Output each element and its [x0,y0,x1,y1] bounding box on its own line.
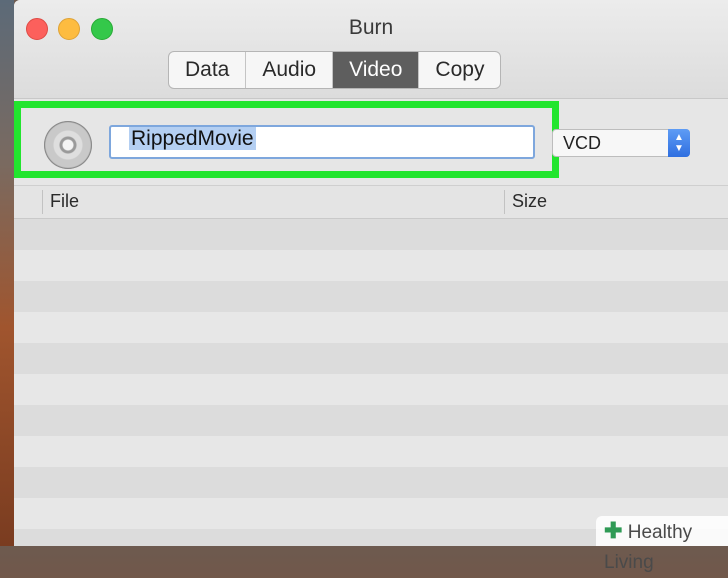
disc-name-text: RippedMovie [129,127,256,150]
tab-audio[interactable]: Audio [246,52,334,88]
column-divider[interactable] [504,190,505,214]
table-row [14,467,728,498]
table-row [14,343,728,374]
title-bar: Burn Data Audio Video Copy [14,0,728,99]
table-row [14,250,728,281]
burn-window: Burn Data Audio Video Copy RippedMovie V… [14,0,728,546]
format-select[interactable]: VCD ▲ ▼ [552,129,690,157]
tab-data[interactable]: Data [169,52,247,88]
table-row [14,436,728,467]
watermark: ✚ Healthy Living [596,516,728,573]
chevron-up-down-icon: ▲ ▼ [668,129,690,157]
table-row [14,281,728,312]
file-table: File Size [14,185,728,546]
table-row [14,374,728,405]
mode-tabs: Data Audio Video Copy [168,51,502,89]
window-title: Burn [348,16,394,39]
column-divider[interactable] [42,190,43,214]
table-row [14,219,728,250]
column-header-size[interactable]: Size [512,191,547,212]
table-header: File Size [14,186,728,219]
tab-video[interactable]: Video [333,52,420,88]
tab-copy[interactable]: Copy [419,52,500,88]
plus-icon: ✚ [604,518,623,543]
table-row [14,312,728,343]
cd-disc-icon [44,121,92,169]
video-toolbar: RippedMovie VCD ▲ ▼ [14,99,728,185]
column-header-file[interactable]: File [50,191,79,212]
table-row [14,405,728,436]
disc-name-field[interactable]: RippedMovie [109,125,535,159]
desktop-background [0,0,14,546]
table-rows [14,219,728,546]
format-select-value: VCD [563,133,602,153]
